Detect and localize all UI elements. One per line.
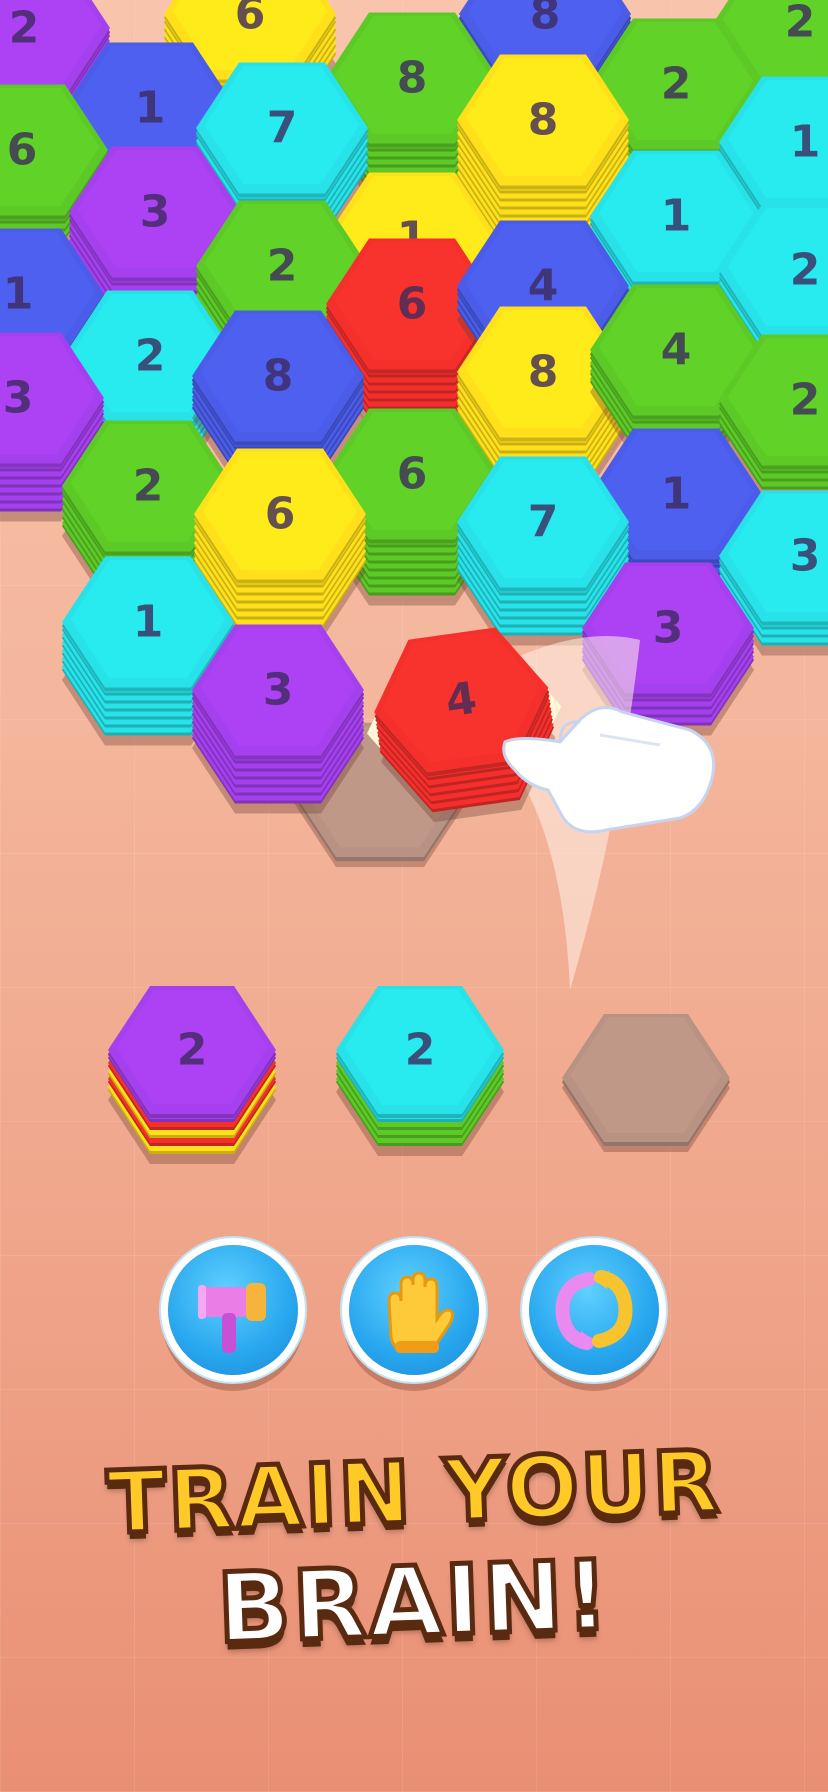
tray-piece[interactable]: 2 bbox=[336, 986, 504, 1156]
headline: TRAIN YOUR BRAIN! bbox=[0, 1430, 828, 1668]
tile-number: 3 bbox=[263, 665, 294, 716]
tray-empty-slot[interactable] bbox=[562, 1014, 730, 1152]
tile-number: 6 bbox=[235, 0, 266, 40]
shuffle-icon bbox=[555, 1270, 633, 1350]
tile-number: 2 bbox=[405, 1025, 436, 1076]
glove-icon bbox=[387, 1271, 455, 1353]
tile-number: 4 bbox=[661, 325, 692, 376]
board-tile[interactable]: 3 bbox=[192, 624, 364, 814]
tile-number: 2 bbox=[661, 59, 692, 110]
tile-number: 1 bbox=[133, 597, 164, 648]
tile-number: 8 bbox=[397, 53, 428, 104]
headline-line-2: BRAIN! bbox=[213, 1537, 615, 1668]
tile-number: 4 bbox=[528, 261, 559, 312]
tile-number: 6 bbox=[265, 489, 296, 540]
tile-number: 1 bbox=[661, 191, 692, 242]
hammer-booster-button[interactable] bbox=[168, 1245, 298, 1375]
tile-number: 8 bbox=[528, 95, 559, 146]
tile-number: 8 bbox=[528, 347, 559, 398]
tile-number: 1 bbox=[135, 83, 166, 134]
tile-number: 6 bbox=[7, 125, 38, 176]
tile-number: 2 bbox=[790, 245, 821, 296]
tile-number: 1 bbox=[661, 469, 692, 520]
tile-number: 2 bbox=[177, 1025, 208, 1076]
tile-number: 2 bbox=[785, 0, 816, 48]
tile-number: 1 bbox=[3, 269, 34, 320]
tile-number: 6 bbox=[397, 279, 428, 330]
tile-number: 8 bbox=[530, 0, 561, 40]
tile-number: 3 bbox=[653, 603, 684, 654]
tile-number: 8 bbox=[263, 351, 294, 402]
game-stage: 2682182678131121264288432261673133422 TR… bbox=[0, 0, 828, 1792]
tile-number: 1 bbox=[790, 117, 821, 168]
tile-number: 2 bbox=[135, 331, 166, 382]
tile-number: 3 bbox=[3, 373, 34, 424]
tile-number: 2 bbox=[9, 3, 40, 54]
tray-piece[interactable]: 2 bbox=[108, 986, 276, 1164]
tile-number: 3 bbox=[140, 187, 171, 238]
tile-number: 2 bbox=[133, 461, 164, 512]
tile-number: 7 bbox=[267, 103, 298, 154]
shuffle-booster-button[interactable] bbox=[529, 1245, 659, 1375]
tile-number: 7 bbox=[528, 497, 559, 548]
tile-number: 2 bbox=[267, 241, 298, 292]
glove-booster-button[interactable] bbox=[349, 1245, 479, 1375]
tile-number: 3 bbox=[790, 531, 821, 582]
tile-number: 2 bbox=[790, 375, 821, 426]
headline-line-1: TRAIN YOUR bbox=[103, 1430, 725, 1556]
tile-number: 6 bbox=[397, 449, 428, 500]
hammer-icon bbox=[198, 1283, 266, 1353]
